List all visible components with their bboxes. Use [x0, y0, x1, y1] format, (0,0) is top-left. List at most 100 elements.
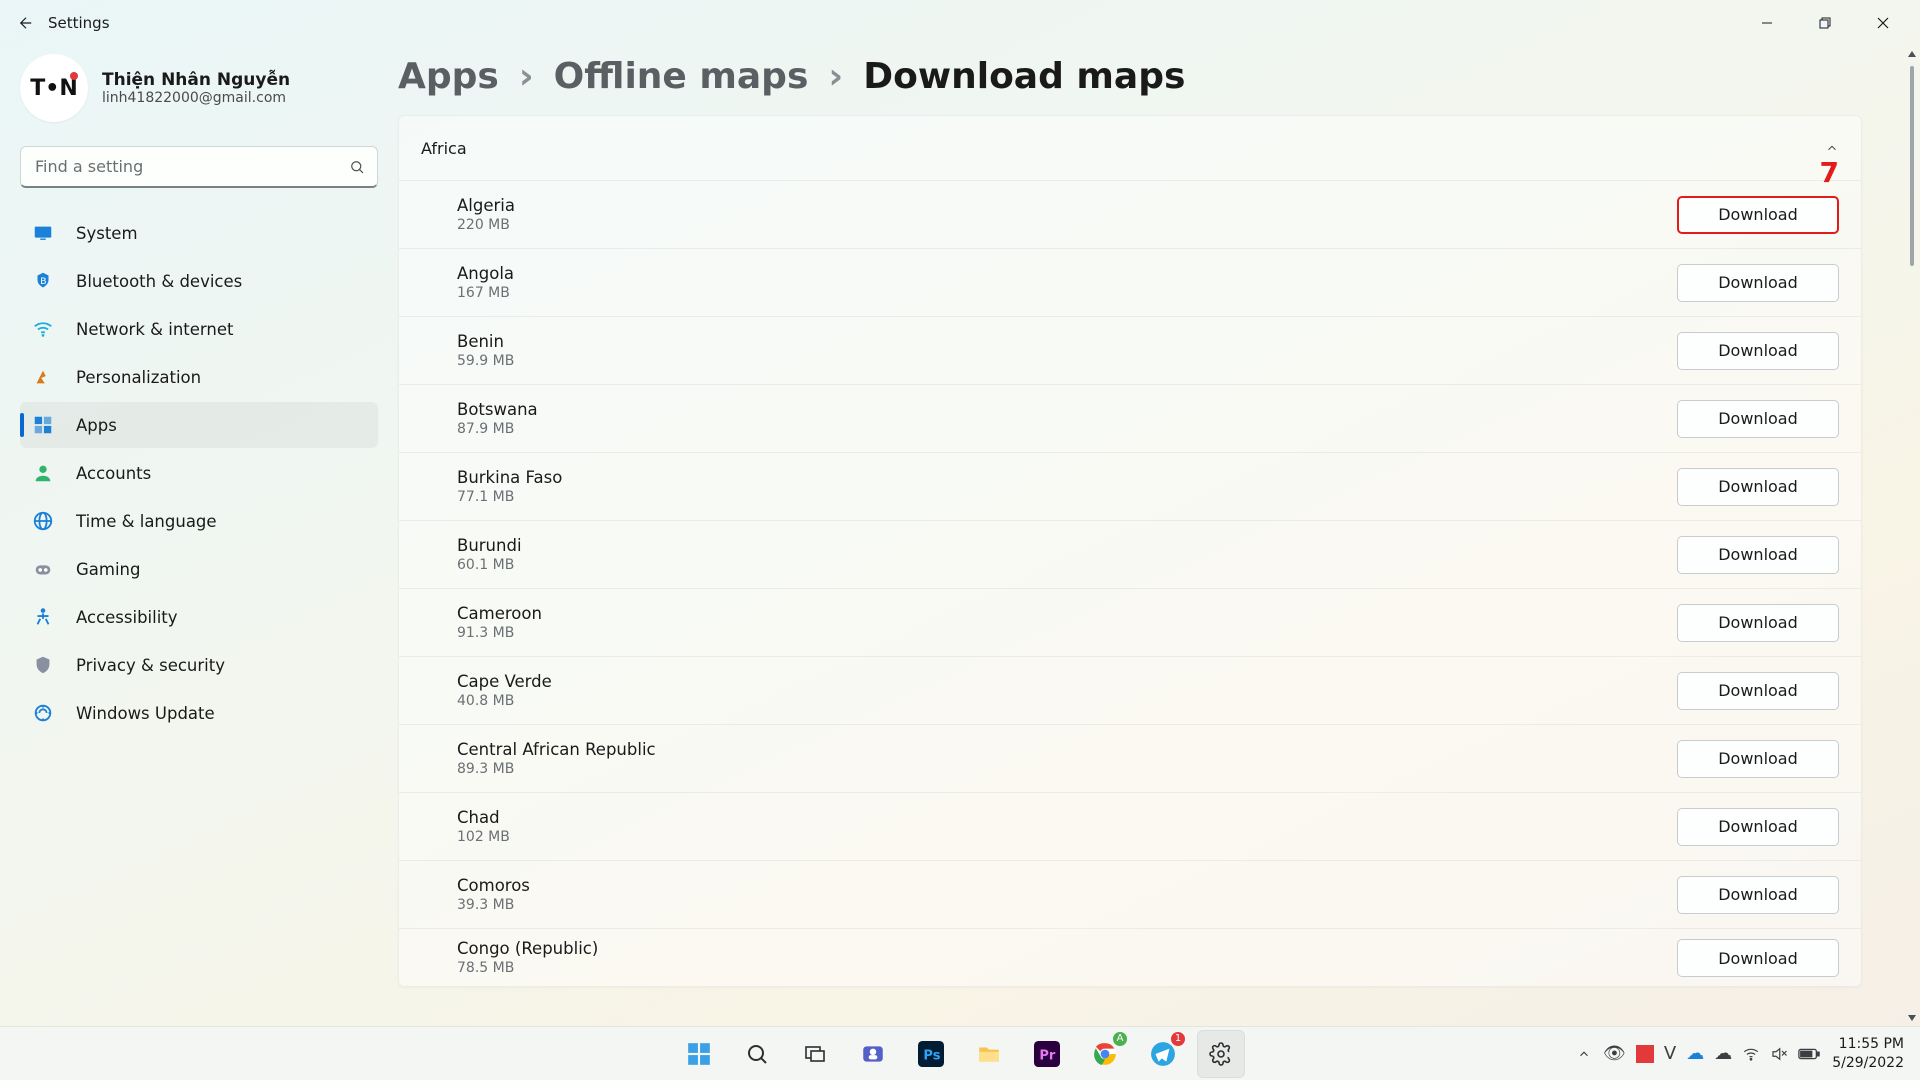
settings-icon[interactable] — [1197, 1030, 1245, 1078]
tray-icon[interactable]: V — [1664, 1043, 1676, 1064]
download-button[interactable]: Download — [1677, 332, 1839, 370]
map-row: Chad 102 MB Download — [399, 792, 1861, 860]
sidebar-item-label: System — [76, 224, 138, 243]
download-button[interactable]: Download — [1677, 536, 1839, 574]
task-view-icon[interactable] — [791, 1030, 839, 1078]
sidebar-item-label: Network & internet — [76, 320, 233, 339]
breadcrumb-mid[interactable]: Offline maps — [554, 56, 809, 97]
svg-text:Pr: Pr — [1039, 1048, 1056, 1063]
sidebar-item-bluetooth-devices[interactable]: BBluetooth & devices — [20, 258, 378, 304]
map-name: Algeria — [457, 196, 515, 215]
map-name: Angola — [457, 264, 514, 283]
tray-icon[interactable]: 👁 — [1603, 1043, 1626, 1064]
sidebar-item-privacy-security[interactable]: Privacy & security — [20, 642, 378, 688]
sidebar-item-time-language[interactable]: Time & language — [20, 498, 378, 544]
sidebar-item-label: Accounts — [76, 464, 151, 483]
map-size: 78.5 MB — [457, 960, 598, 976]
search-input[interactable] — [20, 146, 378, 188]
download-button[interactable]: Download — [1677, 808, 1839, 846]
search-icon — [348, 158, 366, 176]
close-button[interactable] — [1854, 1, 1912, 45]
taskbar-center: Ps Pr A 1 — [675, 1030, 1245, 1078]
download-button[interactable]: Download — [1677, 604, 1839, 642]
teams-icon[interactable] — [849, 1030, 897, 1078]
scroll-up-icon[interactable] — [1904, 46, 1920, 62]
sidebar-item-label: Bluetooth & devices — [76, 272, 242, 291]
user-email: linh41822000@gmail.com — [102, 90, 290, 106]
map-size: 167 MB — [457, 285, 514, 301]
scroll-down-icon[interactable] — [1904, 1010, 1920, 1026]
map-size: 59.9 MB — [457, 353, 514, 369]
breadcrumb-root[interactable]: Apps — [398, 56, 499, 97]
nav-icon — [32, 558, 54, 580]
map-name: Central African Republic — [457, 740, 656, 759]
telegram-icon[interactable]: 1 — [1139, 1030, 1187, 1078]
battery-icon[interactable] — [1798, 1047, 1820, 1061]
nav-icon — [32, 462, 54, 484]
cloud-icon[interactable]: ☁ — [1714, 1043, 1732, 1064]
maximize-button[interactable] — [1796, 1, 1854, 45]
wifi-icon[interactable] — [1742, 1045, 1760, 1063]
sidebar-item-personalization[interactable]: Personalization — [20, 354, 378, 400]
annotation-7: 7 — [1820, 156, 1839, 189]
map-size: 39.3 MB — [457, 897, 530, 913]
sidebar-item-apps[interactable]: Apps — [20, 402, 378, 448]
sidebar-item-windows-update[interactable]: Windows Update — [20, 690, 378, 736]
map-size: 220 MB — [457, 217, 515, 233]
avatar: T•N — [20, 54, 88, 122]
sidebar-item-gaming[interactable]: Gaming — [20, 546, 378, 592]
page-title: Download maps — [863, 56, 1185, 97]
photoshop-icon[interactable]: Ps — [907, 1030, 955, 1078]
map-name: Burundi — [457, 536, 522, 555]
taskbar-search-icon[interactable] — [733, 1030, 781, 1078]
user-card[interactable]: T•N Thiện Nhân Nguyễn linh41822000@gmail… — [20, 50, 378, 138]
onedrive-icon[interactable]: ☁ — [1686, 1043, 1704, 1064]
region-header[interactable]: Africa — [399, 116, 1861, 180]
minimize-button[interactable] — [1738, 1, 1796, 45]
nav-icon — [32, 702, 54, 724]
tray-icon[interactable] — [1636, 1045, 1654, 1063]
sidebar-item-system[interactable]: System — [20, 210, 378, 256]
sidebar-item-accounts[interactable]: Accounts — [20, 450, 378, 496]
map-name: Cameroon — [457, 604, 542, 623]
map-size: 40.8 MB — [457, 693, 552, 709]
volume-mute-icon[interactable] — [1770, 1045, 1788, 1063]
download-button[interactable]: Download — [1677, 468, 1839, 506]
map-size: 102 MB — [457, 829, 510, 845]
map-name: Botswana — [457, 400, 538, 419]
download-button[interactable]: Download — [1677, 672, 1839, 710]
nav-list: System BBluetooth & devices Network & inte… — [20, 210, 378, 736]
tray-chevron-icon[interactable] — [1577, 1047, 1591, 1061]
scroll-thumb[interactable] — [1910, 66, 1914, 266]
region-panel: Africa Algeria 220 MB Download Angola 167 MB… — [398, 115, 1862, 987]
premiere-icon[interactable]: Pr — [1023, 1030, 1071, 1078]
breadcrumb: Apps › Offline maps › Download maps — [398, 52, 1862, 115]
explorer-icon[interactable] — [965, 1030, 1013, 1078]
sidebar-item-label: Privacy & security — [76, 656, 225, 675]
scrollbar[interactable] — [1904, 46, 1920, 1026]
sidebar-item-accessibility[interactable]: Accessibility — [20, 594, 378, 640]
sidebar-item-network-internet[interactable]: Network & internet — [20, 306, 378, 352]
back-button[interactable] — [8, 5, 44, 41]
clock[interactable]: 11:55 PM 5/29/2022 — [1832, 1035, 1910, 1071]
map-row: Central African Republic89.3 MBDownload — [399, 724, 1861, 792]
content: Apps › Offline maps › Download maps Afri… — [398, 46, 1920, 1026]
download-button[interactable]: Download — [1677, 939, 1839, 977]
map-name: Chad — [457, 808, 510, 827]
map-name: Comoros — [457, 876, 530, 895]
map-row: Angola 167 MB Download — [399, 248, 1861, 316]
start-button[interactable] — [675, 1030, 723, 1078]
nav-icon — [32, 654, 54, 676]
taskbar: Ps Pr A 1 👁 V ☁ ☁ 11:55 PM 5/29/2022 — [0, 1026, 1920, 1080]
download-button[interactable]: Download — [1677, 196, 1839, 234]
download-button[interactable]: Download — [1677, 740, 1839, 778]
taskbar-right: 👁 V ☁ ☁ 11:55 PM 5/29/2022 — [1577, 1035, 1910, 1071]
sidebar-item-label: Gaming — [76, 560, 141, 579]
download-button[interactable]: Download — [1677, 400, 1839, 438]
download-button[interactable]: Download — [1677, 876, 1839, 914]
chrome-icon[interactable]: A — [1081, 1030, 1129, 1078]
download-button[interactable]: Download — [1677, 264, 1839, 302]
nav-icon — [32, 414, 54, 436]
map-name: Burkina Faso — [457, 468, 562, 487]
map-name: Benin — [457, 332, 514, 351]
